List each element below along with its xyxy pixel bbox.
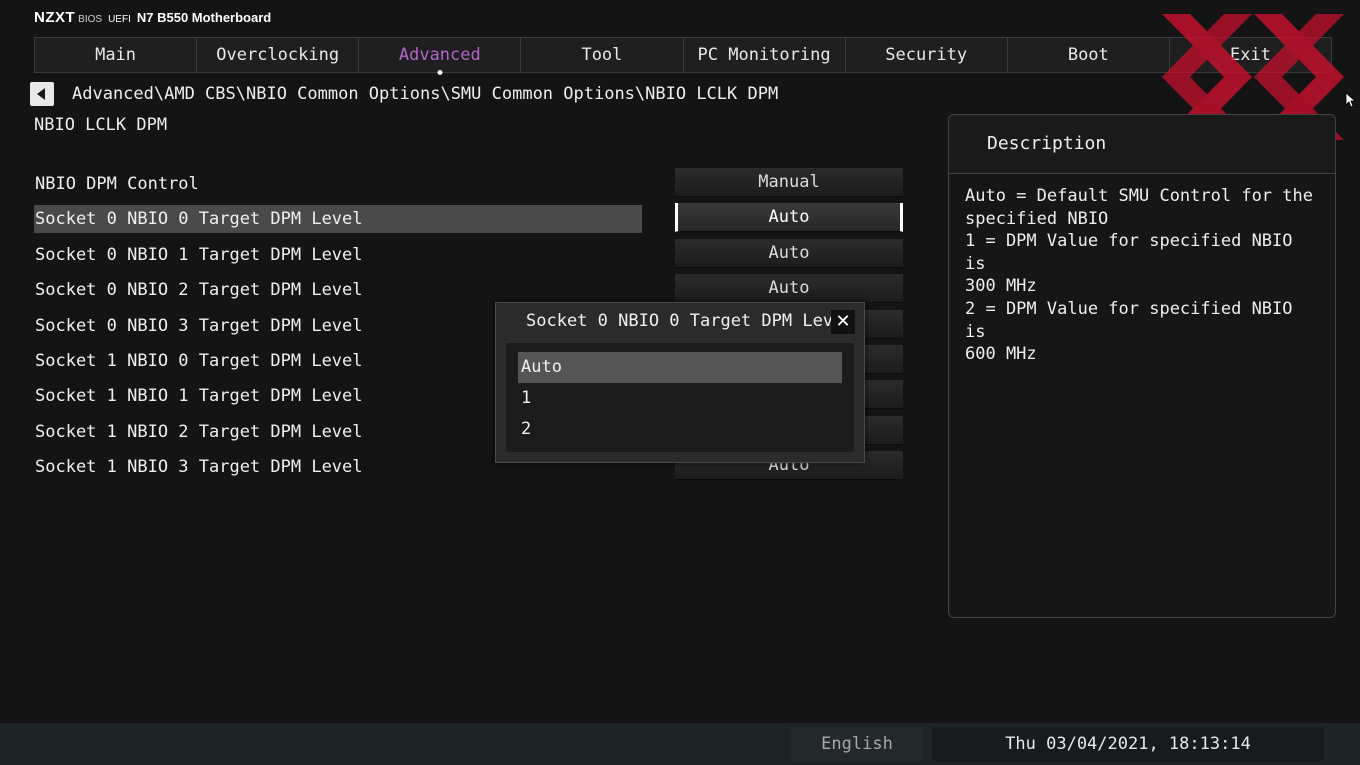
setting-value-button[interactable]: Auto: [675, 238, 903, 268]
mouse-pointer-icon: [1345, 92, 1355, 108]
nzxt-logo: NZXT: [34, 9, 76, 26]
back-arrow-icon: [37, 88, 45, 100]
setting-row-nbio-dpm-control: NBIO DPM Control Manual: [34, 167, 904, 202]
setting-row-s0-nbio1: Socket 0 NBIO 1 Target DPM Level Auto: [34, 238, 904, 273]
description-panel: Description Auto = Default SMU Control f…: [948, 114, 1336, 618]
bios-brand: NZXT BIOS UEFI N7 B550 Motherboard: [34, 9, 271, 26]
option-select-popup: Socket 0 NBIO 0 Target DPM Level ✕ Auto …: [495, 302, 865, 463]
tab-boot[interactable]: Boot: [1008, 38, 1170, 72]
setting-row-s0-nbio0: Socket 0 NBIO 0 Target DPM Level Auto: [34, 202, 904, 237]
setting-label[interactable]: NBIO DPM Control: [34, 170, 642, 198]
description-line: specified NBIO: [965, 208, 1109, 229]
description-title: Description: [949, 115, 1335, 174]
language-button[interactable]: English: [791, 727, 923, 761]
breadcrumb: Advanced\AMD CBS\NBIO Common Options\SMU…: [72, 84, 779, 104]
description-line: 300 MHz: [965, 276, 1037, 297]
date-time-display: Thu 03/04/2021, 18:13:14: [932, 727, 1324, 761]
tab-exit[interactable]: Exit: [1170, 38, 1331, 72]
tab-main[interactable]: Main: [35, 38, 198, 72]
setting-label[interactable]: Socket 0 NBIO 1 Target DPM Level: [34, 241, 642, 269]
tab-security[interactable]: Security: [846, 38, 1008, 72]
setting-value-button[interactable]: Auto: [675, 274, 903, 304]
setting-value-button[interactable]: Manual: [675, 168, 903, 197]
main-menu-tabs: Main Overclocking Advanced Tool PC Monit…: [34, 37, 1332, 73]
setting-value-button[interactable]: Auto: [675, 203, 903, 233]
description-text: Auto = Default SMU Control for the speci…: [949, 174, 1335, 377]
option-item-auto[interactable]: Auto: [518, 352, 842, 383]
motherboard-model: N7 B550 Motherboard: [136, 10, 272, 25]
option-item-2[interactable]: 2: [518, 414, 842, 445]
description-line: Auto = Default SMU Control for the: [965, 186, 1313, 206]
description-line: 1 = DPM Value for specified NBIO is: [965, 231, 1293, 274]
tab-tool[interactable]: Tool: [521, 38, 684, 72]
description-line: 600 MHz: [965, 344, 1037, 365]
page-title: NBIO LCLK DPM: [34, 115, 168, 135]
popup-title: Socket 0 NBIO 0 Target DPM Level: [526, 311, 854, 331]
option-list: Auto 1 2: [506, 343, 854, 452]
tab-pc-monitoring[interactable]: PC Monitoring: [684, 38, 846, 72]
setting-label[interactable]: Socket 0 NBIO 2 Target DPM Level: [34, 276, 642, 304]
close-icon[interactable]: ✕: [831, 310, 855, 334]
setting-label[interactable]: Socket 0 NBIO 0 Target DPM Level: [34, 205, 642, 234]
back-button[interactable]: [30, 82, 54, 106]
bios-tag: BIOS: [78, 14, 103, 25]
uefi-tag: UEFI: [108, 14, 131, 25]
tab-advanced[interactable]: Advanced: [359, 38, 522, 72]
option-item-1[interactable]: 1: [518, 383, 842, 414]
description-line: 2 = DPM Value for specified NBIO is: [965, 298, 1293, 342]
tab-overclocking[interactable]: Overclocking: [197, 38, 360, 72]
